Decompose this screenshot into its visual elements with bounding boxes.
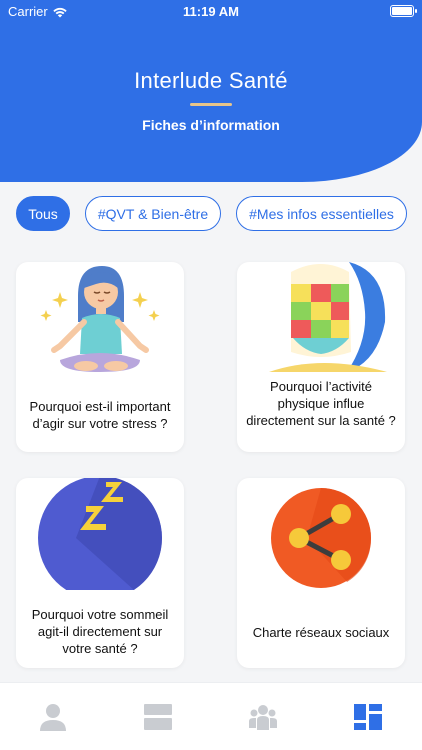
card-title: Pourquoi l’activité physique influe dire… (246, 379, 396, 428)
surfboard-icon (269, 262, 387, 372)
card-title: Pourquoi est-il important d’agir sur vot… (29, 399, 171, 431)
battery-icon (390, 5, 417, 17)
list-icon (144, 704, 172, 730)
header: Carrier 11:19 AM Interlude Santé Fiches … (0, 0, 422, 182)
filter-chip-all[interactable]: Tous (16, 196, 70, 231)
title-underline (190, 103, 232, 106)
status-bar: Carrier 11:19 AM (0, 0, 422, 24)
page-subtitle: Fiches d’information (142, 117, 280, 133)
info-card-activity[interactable]: Pourquoi l’activité physique influe dire… (237, 262, 405, 452)
filter-chips: Tous #QVT & Bien-être #Mes infos essenti… (16, 196, 407, 231)
tab-profile[interactable] (37, 701, 69, 733)
sleep-moon-icon (38, 478, 163, 590)
share-icon (271, 488, 372, 588)
info-card-social[interactable]: Charte réseaux sociaux (237, 478, 405, 668)
dashboard-icon (354, 704, 382, 730)
info-card-sleep[interactable]: Pourquoi votre sommeil agit-il directeme… (16, 478, 184, 668)
tab-bar (0, 682, 422, 750)
profile-icon (40, 704, 66, 731)
filter-chip-qvt[interactable]: #QVT & Bien-être (85, 196, 221, 231)
status-time: 11:19 AM (183, 4, 239, 19)
tab-dashboard[interactable] (352, 701, 384, 733)
app-title: Interlude Santé (134, 68, 288, 93)
tab-list[interactable] (142, 701, 174, 733)
filter-chip-essentials[interactable]: #Mes infos essentielles (236, 196, 407, 231)
meditation-icon (40, 266, 160, 372)
tab-group[interactable] (247, 701, 279, 733)
info-card-stress[interactable]: Pourquoi est-il important d’agir sur vot… (16, 262, 184, 452)
group-icon (249, 705, 277, 730)
card-title: Charte réseaux sociaux (252, 625, 390, 640)
card-title: Pourquoi votre sommeil agit-il directeme… (31, 607, 169, 656)
